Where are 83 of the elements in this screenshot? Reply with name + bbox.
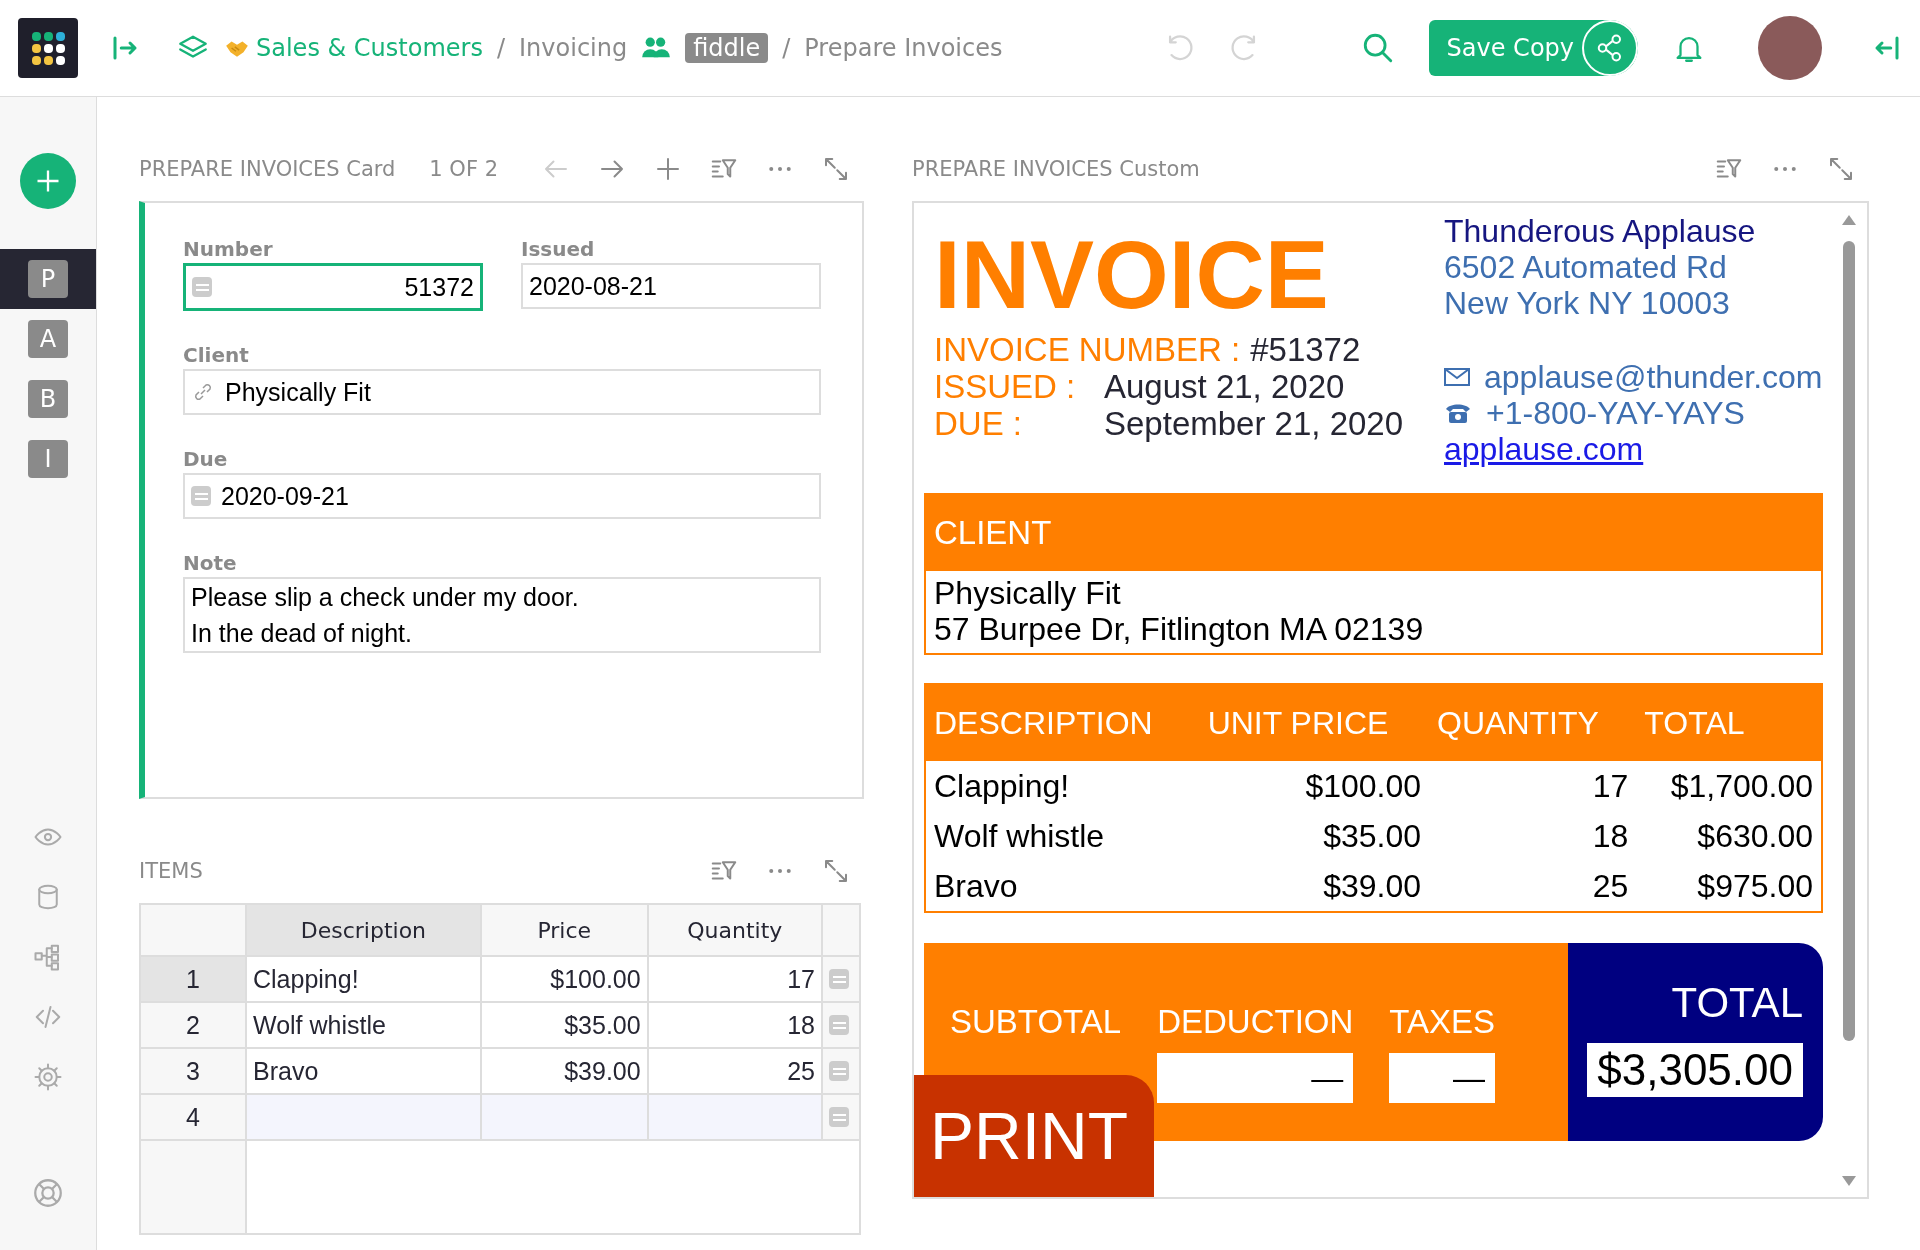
field-input[interactable]: Please slip a check under my door. In the dead of night. [183, 577, 821, 653]
section-title: PREPARE INVOICES Custom [912, 157, 1200, 181]
field-label: Issued [521, 237, 596, 261]
cell-type-icon [191, 486, 211, 506]
section-title: PREPARE INVOICES Card [139, 157, 396, 181]
company-address: 6502 Automated Rd [1444, 249, 1728, 285]
add-new-button[interactable] [20, 153, 76, 209]
table-cell-text: 25 [1591, 866, 1630, 906]
cell-type-icon [192, 277, 212, 297]
column-header: QUANTITY [1429, 685, 1637, 761]
amount-field: — [1389, 1053, 1496, 1103]
website-link[interactable]: applause.com [1444, 431, 1644, 467]
row-number[interactable]: 3 [140, 1048, 246, 1094]
total-label: TOTAL [1671, 979, 1803, 1027]
field-input[interactable]: 2020-09-21 [183, 473, 821, 519]
table-cell-text: Bravo [933, 866, 1019, 906]
page-title: Prepare Invoices [804, 34, 1003, 62]
app-logo[interactable] [18, 18, 78, 78]
help-icon[interactable] [31, 1176, 65, 1210]
cell-type-icon [829, 969, 849, 989]
meta-value: #51372 [1250, 331, 1361, 368]
table-cell-text: Wolf whistle [933, 816, 1106, 856]
column-header: TOTAL [1636, 685, 1821, 761]
settings-icon[interactable] [33, 1062, 63, 1092]
table-cell[interactable]: 17 [647, 956, 822, 1002]
table-cell: 17 [1429, 761, 1637, 811]
company-email: applause@thunder.com [1484, 359, 1823, 395]
client-heading: CLIENT [926, 495, 1821, 571]
field-label: Due [183, 447, 229, 471]
breadcrumb-separator: / [496, 34, 506, 62]
table-cell[interactable]: $35.00 [480, 1002, 648, 1048]
table-cell-text: $35.00 [1322, 816, 1423, 856]
breadcrumb-separator: / [782, 34, 791, 62]
column-header: DESCRIPTION [926, 685, 1200, 761]
field-input[interactable]: Physically Fit [183, 369, 821, 415]
table-cell[interactable]: Clapping! [246, 956, 481, 1002]
table-cell-text: 18 [1591, 816, 1630, 856]
column-header[interactable]: Quantity [647, 904, 822, 956]
field-label: Client [183, 343, 250, 367]
table-cell-text: $975.00 [1696, 866, 1814, 906]
client-line: 57 Burpee Dr, Fitlington MA 02139 [934, 611, 1425, 647]
meta-label: ISSUED : [934, 368, 1077, 405]
table-cell: $100.00 [1199, 761, 1430, 811]
total-label: SUBTOTAL [950, 1003, 1122, 1042]
row-number[interactable]: 2 [140, 1002, 246, 1048]
table-cell: Clapping! [926, 761, 1200, 811]
company-phone: +1-800-YAY-YAYS [1486, 395, 1745, 431]
meta-label: DUE : [934, 405, 1023, 442]
grand-total-value: $3,305.00 [1587, 1043, 1803, 1097]
company-name: Thunderous Applause [1444, 213, 1757, 249]
share-icon[interactable] [1582, 20, 1638, 76]
total-label: TAXES [1389, 1003, 1496, 1042]
amount-field: — [1157, 1053, 1354, 1103]
table-cell: $1,700.00 [1636, 761, 1821, 811]
print-button[interactable]: PRINT [914, 1075, 1154, 1197]
section-title: ITEMS [139, 859, 203, 883]
row-number[interactable]: 4 [140, 1094, 246, 1140]
row-number[interactable]: 1 [140, 956, 246, 1002]
total-label: DEDUCTION [1157, 1003, 1354, 1042]
cell-type-icon [829, 1015, 849, 1035]
client-line: Physically Fit [934, 575, 1122, 611]
column-header[interactable]: Price [480, 904, 648, 956]
invoice-title: INVOICE [934, 227, 1330, 323]
field-label: Note [183, 551, 238, 575]
table-cell[interactable]: 18 [647, 1002, 822, 1048]
column-header[interactable]: Description [246, 904, 481, 956]
scrollbar[interactable] [1839, 213, 1859, 1188]
company-address: New York NY 10003 [1444, 285, 1731, 321]
table-cell-text: $39.00 [1322, 866, 1423, 906]
field-input[interactable]: 51372 [183, 263, 483, 311]
table-cell[interactable]: $100.00 [480, 956, 648, 1002]
envelope-icon [1444, 367, 1470, 387]
cell-type-icon [829, 1107, 849, 1127]
meta-label: INVOICE NUMBER : [934, 331, 1241, 368]
record-counter: 1 OF 2 [429, 157, 498, 181]
table-cell-text: $630.00 [1696, 816, 1814, 856]
meta-value: September 21, 2020 [1104, 405, 1404, 442]
meta-value: August 21, 2020 [1104, 368, 1345, 405]
table-cell[interactable]: Wolf whistle [246, 1002, 481, 1048]
cell-type-icon [829, 1061, 849, 1081]
field-label: Number [183, 237, 274, 261]
column-header: UNIT PRICE [1199, 685, 1430, 761]
field-input[interactable]: 2020-08-21 [521, 263, 821, 309]
